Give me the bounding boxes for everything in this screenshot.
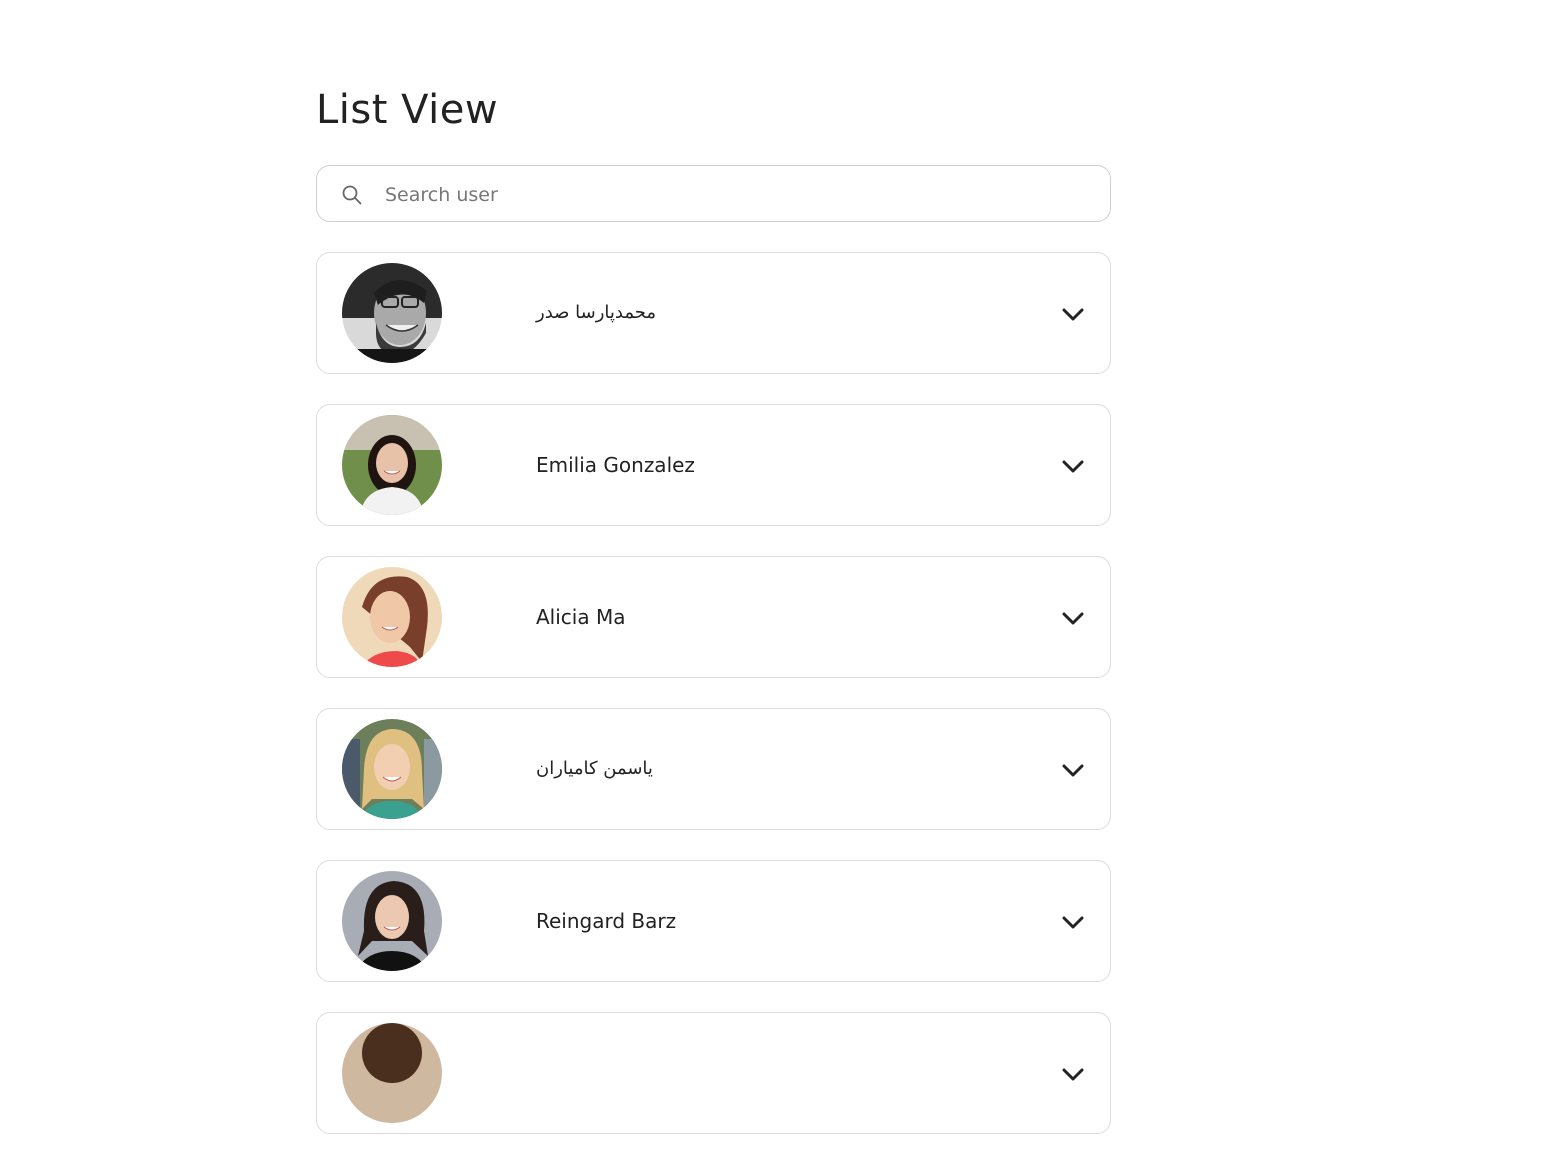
user-card[interactable]: محمدپارسا صدر xyxy=(316,252,1111,374)
user-name: Emilia Gonzalez xyxy=(536,453,695,477)
user-name: محمدپارسا صدر xyxy=(536,302,657,323)
chevron-down-icon[interactable] xyxy=(1055,1059,1091,1089)
user-card[interactable]: یاسمن کامیاران xyxy=(316,708,1111,830)
user-card[interactable] xyxy=(316,1012,1111,1134)
user-card[interactable]: Reingard Barz xyxy=(316,860,1111,982)
search-box[interactable] xyxy=(316,165,1111,222)
user-card[interactable]: Emilia Gonzalez xyxy=(316,404,1111,526)
chevron-down-icon[interactable] xyxy=(1055,603,1091,633)
user-name: یاسمن کامیاران xyxy=(536,758,653,779)
avatar xyxy=(342,871,442,971)
page-title: List View xyxy=(316,87,499,133)
avatar xyxy=(342,415,442,515)
user-name: Reingard Barz xyxy=(536,909,677,933)
user-list: محمدپارسا صدر Emilia Gonzalez Alicia Ma … xyxy=(316,252,1111,1164)
user-card[interactable]: Alicia Ma xyxy=(316,556,1111,678)
avatar xyxy=(342,719,442,819)
search-icon xyxy=(341,184,363,206)
chevron-down-icon[interactable] xyxy=(1055,299,1091,329)
user-name: Alicia Ma xyxy=(536,605,626,629)
chevron-down-icon[interactable] xyxy=(1055,907,1091,937)
avatar xyxy=(342,1023,442,1123)
search-input[interactable] xyxy=(383,174,1087,216)
avatar xyxy=(342,263,442,363)
avatar xyxy=(342,567,442,667)
chevron-down-icon[interactable] xyxy=(1055,755,1091,785)
chevron-down-icon[interactable] xyxy=(1055,451,1091,481)
